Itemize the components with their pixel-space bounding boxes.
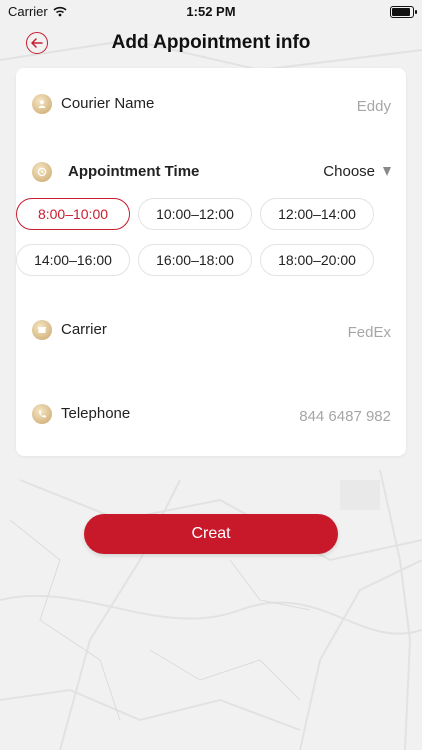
- time-slot-16-18[interactable]: 16:00–18:00: [138, 244, 252, 276]
- courier-name-value: Eddy: [356, 98, 391, 115]
- courier-name-label: Courier Name: [61, 95, 155, 112]
- phone-badge-icon: [32, 404, 52, 424]
- choose-label: Choose: [323, 163, 375, 180]
- triangle-down-icon: [383, 167, 391, 176]
- time-slot-14-16[interactable]: 14:00–16:00: [16, 244, 130, 276]
- carrier-label: Carrier: [61, 321, 107, 338]
- telephone-row[interactable]: Telephone 844 6487 982: [16, 398, 406, 438]
- time-slot-8-10[interactable]: 8:00–10:00: [16, 198, 130, 230]
- time-slot-12-14[interactable]: 12:00–14:00: [260, 198, 374, 230]
- status-bar: Carrier 1:52 PM: [0, 0, 422, 24]
- clock-badge-icon: [32, 162, 52, 182]
- status-time: 1:52 PM: [186, 4, 236, 19]
- time-slot-10-12[interactable]: 10:00–12:00: [138, 198, 252, 230]
- battery-icon: [390, 6, 417, 18]
- carrier-row[interactable]: Carrier FedEx: [16, 314, 406, 354]
- battery-fill: [392, 8, 410, 16]
- time-slot-18-20[interactable]: 18:00–20:00: [260, 244, 374, 276]
- telephone-value: 844 6487 982: [299, 408, 391, 425]
- appointment-time-label: Appointment Time: [68, 163, 200, 180]
- box-badge-icon: [32, 320, 52, 340]
- creat-button[interactable]: Creat: [84, 514, 338, 554]
- page-title: Add Appointment info: [111, 32, 311, 53]
- nav-header: Add Appointment info: [0, 28, 422, 60]
- telephone-label: Telephone: [61, 405, 131, 422]
- person-badge-icon: [32, 94, 52, 114]
- carrier-value: FedEx: [347, 324, 391, 341]
- appointment-choose-dropdown[interactable]: Choose: [323, 163, 391, 180]
- courier-name-row[interactable]: Courier Name Eddy: [16, 88, 406, 128]
- appointment-form-card: Courier Name Eddy Appointment Time Choos…: [16, 68, 406, 456]
